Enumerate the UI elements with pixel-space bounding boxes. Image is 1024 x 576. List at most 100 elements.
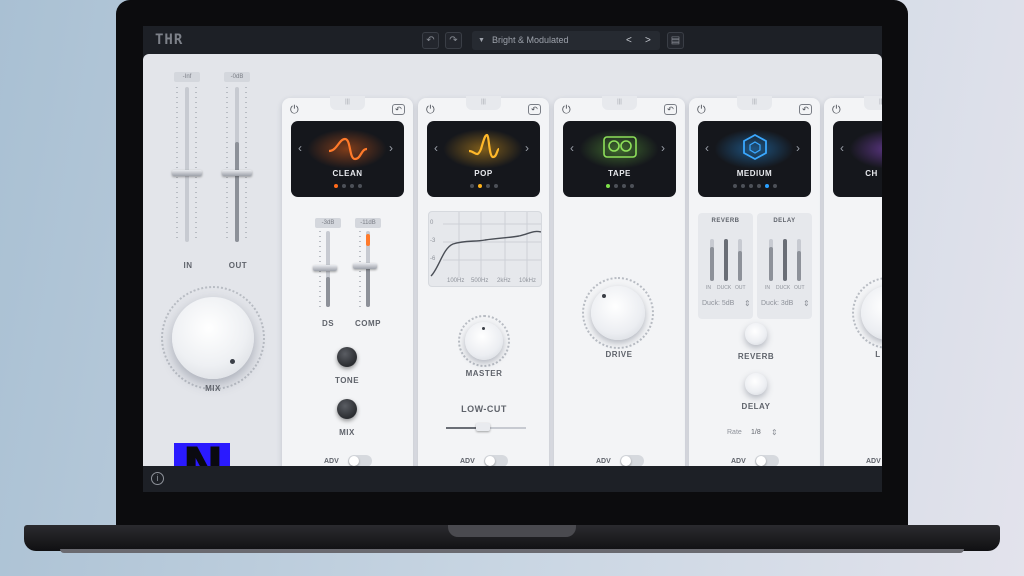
prev-preset-button[interactable]: <: [626, 31, 632, 50]
next-model-icon[interactable]: ›: [661, 141, 665, 155]
eq-x-tick: 2kHz: [497, 278, 511, 284]
out-fader-track[interactable]: [235, 87, 239, 242]
model-dots: [563, 184, 676, 188]
lowcut-slider-fill: [446, 427, 476, 429]
module-tape: ⏻ ||| ↶ ‹ › TAPE DRIVE ADV: [554, 96, 685, 474]
next-model-icon[interactable]: ›: [525, 141, 529, 155]
knob-label: L: [875, 350, 881, 359]
master-knob[interactable]: [465, 322, 503, 360]
adv-label: ADV: [324, 458, 339, 465]
master-label: MASTER: [465, 369, 503, 378]
eq-y-tick: -6: [430, 256, 436, 262]
ds-label: DS: [321, 319, 335, 328]
stepper-icon[interactable]: ⇕: [803, 299, 810, 308]
lowcut-slider-handle[interactable]: [476, 423, 490, 431]
next-model-icon[interactable]: ›: [796, 141, 800, 155]
module-pop: ⏻ ||| ↶ ‹ › POP 0 -3 -6 100Hz 500Hz 2kHz…: [418, 96, 549, 474]
power-icon[interactable]: ⏻: [697, 104, 709, 116]
out-fader-scale-right: [245, 87, 247, 242]
stepper-icon[interactable]: ⇕: [771, 428, 778, 437]
undo-icon[interactable]: ↶: [422, 32, 439, 49]
eq-curve: [430, 212, 541, 278]
model-dots: [698, 184, 811, 188]
prev-model-icon[interactable]: ‹: [570, 141, 574, 155]
laptop-notch: [448, 525, 576, 537]
power-icon[interactable]: ⏻: [426, 104, 438, 116]
prev-model-icon[interactable]: ‹: [840, 141, 844, 155]
master-mix-knob[interactable]: [172, 297, 254, 379]
waveform-icon: [468, 133, 500, 159]
drag-handle[interactable]: |||: [330, 96, 365, 110]
eq-x-tick: 10kHz: [519, 278, 537, 284]
lowcut-label: LOW-CUT: [461, 404, 507, 414]
meter-duck-label: DUCK: [717, 285, 732, 291]
delay-duck-value[interactable]: Duck: 3dB: [761, 300, 793, 307]
redo-icon[interactable]: ↷: [445, 32, 462, 49]
delay-header: DELAY: [773, 218, 796, 224]
drag-handle[interactable]: |||: [466, 96, 501, 110]
medium-display: ‹ › MEDIUM: [698, 121, 811, 197]
meter-in-label: IN: [765, 285, 770, 291]
plugin-main-area: -Inf -0dB IN OUT MIX N ⏻ ||| ↶ ‹ › CLEAN…: [143, 54, 882, 491]
prev-model-icon[interactable]: ‹: [298, 141, 302, 155]
reverb-knob[interactable]: [745, 323, 767, 345]
delay-out-meter: [797, 239, 801, 281]
laptop-foot: [60, 549, 964, 553]
drag-handle[interactable]: |||: [602, 96, 637, 110]
tone-knob[interactable]: [337, 347, 357, 367]
reverb-duck-value[interactable]: Duck: 5dB: [702, 300, 734, 307]
reset-icon[interactable]: ↶: [528, 104, 541, 115]
reset-icon[interactable]: ↶: [664, 104, 677, 115]
knob-indicator: [230, 359, 235, 364]
adv-label: ADV: [731, 458, 746, 465]
clean-display: ‹ › CLEAN: [291, 121, 404, 197]
preset-dropdown-icon[interactable]: ▼: [478, 31, 485, 50]
save-icon[interactable]: ▤: [667, 32, 684, 49]
mix-knob[interactable]: [337, 399, 357, 419]
drag-handle[interactable]: |||: [737, 96, 772, 110]
out-fader-scale: [226, 87, 228, 242]
tone-label: TONE: [334, 376, 360, 385]
model-dots: [427, 184, 540, 188]
reset-icon[interactable]: ↶: [392, 104, 405, 115]
adv-label: ADV: [460, 458, 475, 465]
delay-knob[interactable]: [745, 373, 767, 395]
master-mix-label: MIX: [205, 384, 221, 393]
power-icon[interactable]: ⏻: [290, 104, 302, 116]
module-clean: ⏻ ||| ↶ ‹ › CLEAN -3dB -11dB DS COMP TON…: [282, 96, 413, 474]
meter-out-label: OUT: [794, 285, 805, 291]
prev-model-icon[interactable]: ‹: [705, 141, 709, 155]
in-fader-scale: [176, 87, 178, 242]
knob-indicator: [482, 327, 485, 330]
in-fader-handle[interactable]: [172, 170, 202, 176]
next-preset-button[interactable]: >: [645, 31, 651, 50]
preset-selector[interactable]: ▼ Bright & Modulated < >: [472, 31, 660, 50]
stepper-icon[interactable]: ⇕: [744, 299, 751, 308]
drag-handle[interactable]: |||: [864, 96, 882, 110]
in-fader-scale-right: [195, 87, 197, 242]
drive-knob[interactable]: [591, 286, 645, 340]
comp-label: COMP: [355, 319, 381, 328]
app-logo: THR: [155, 32, 184, 48]
power-icon[interactable]: ⏻: [832, 104, 844, 116]
ds-fader-handle[interactable]: [313, 265, 337, 271]
power-icon[interactable]: ⏻: [562, 104, 574, 116]
drive-label: DRIVE: [605, 350, 633, 359]
comp-scale: [359, 231, 361, 307]
eq-y-tick: 0: [430, 220, 434, 226]
info-icon[interactable]: i: [151, 472, 164, 485]
ch-display: ‹ CH: [833, 121, 882, 197]
module-name: CLEAN: [332, 169, 363, 178]
next-model-icon[interactable]: ›: [389, 141, 393, 155]
meter-in-label: IN: [706, 285, 711, 291]
prev-model-icon[interactable]: ‹: [434, 141, 438, 155]
rate-value[interactable]: 1/8: [751, 429, 761, 436]
delay-label: DELAY: [741, 402, 771, 411]
in-fader-track[interactable]: [185, 87, 189, 242]
out-fader-handle[interactable]: [222, 170, 252, 176]
reset-icon[interactable]: ↶: [799, 104, 812, 115]
in-label: IN: [183, 261, 193, 270]
reverb-header: REVERB: [711, 218, 740, 224]
comp-gain-reduction-meter: [366, 234, 370, 246]
comp-fader-handle[interactable]: [353, 263, 377, 269]
